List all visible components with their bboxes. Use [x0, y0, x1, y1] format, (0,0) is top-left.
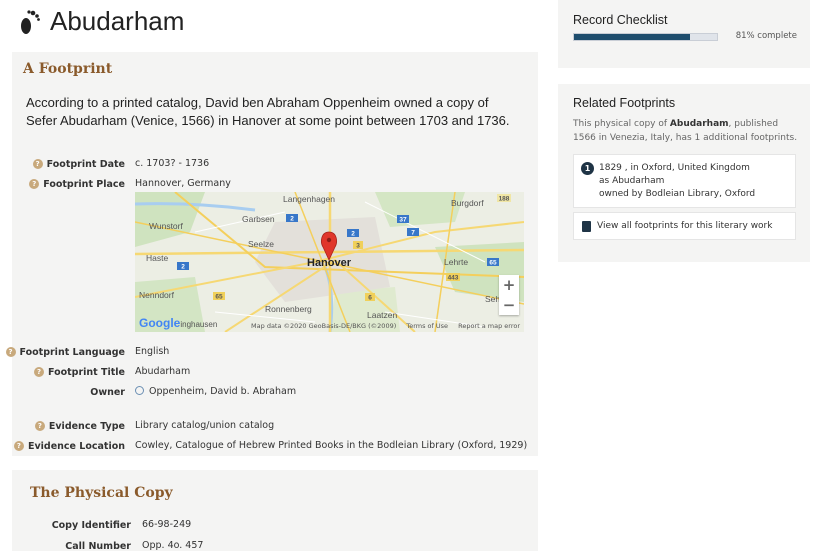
- road-shield: 188: [499, 196, 510, 203]
- footprint-card: A Footprint According to a printed catal…: [5, 52, 538, 456]
- help-icon[interactable]: ?: [13, 441, 24, 451]
- view-all-footprints-label: View all footprints for this literary wo…: [597, 221, 773, 231]
- zoom-in-button[interactable]: +: [499, 275, 519, 295]
- book-icon: [582, 221, 591, 232]
- person-icon: [135, 386, 144, 395]
- road-shield: 6: [368, 295, 372, 302]
- call-number-label: Call Number: [65, 540, 131, 551]
- related-footprint-title: as Abudarham: [599, 176, 665, 186]
- help-icon[interactable]: ?: [32, 159, 43, 169]
- map-label: Nenndorf: [139, 290, 175, 300]
- call-number-value: Opp. 4o. 457: [142, 540, 204, 551]
- road-shield: 37: [399, 217, 407, 224]
- checklist-progress-bar: [573, 33, 718, 41]
- related-description: This physical copy of Abudarham, publish…: [573, 119, 798, 143]
- road-shield: 2: [351, 231, 355, 238]
- footprint-place-value: Hannover, Germany: [135, 178, 231, 189]
- footprint-title-label: ? Footprint Title: [12, 366, 125, 378]
- map-label: Haste: [146, 253, 168, 263]
- footprint-date-label: ? Footprint Date: [12, 158, 125, 170]
- map-label: Wunstorf: [149, 221, 183, 231]
- owner-value[interactable]: Oppenheim, David b. Abraham: [135, 386, 296, 397]
- copy-identifier-label: Copy Identifier: [51, 519, 131, 531]
- map-label: Garbsen: [242, 214, 275, 224]
- evidence-location-value: Cowley, Catalogue of Hebrew Printed Book…: [135, 440, 528, 451]
- footprint-number-badge: 1: [581, 162, 594, 175]
- checklist-progress-fill: [574, 34, 690, 40]
- footprint-date-value: c. 1703? - 1736: [135, 158, 210, 169]
- map-report-link[interactable]: Report a map error: [458, 322, 520, 330]
- owner-label: Owner: [90, 386, 125, 398]
- footprint-language-value: English: [135, 346, 170, 357]
- evidence-type-value: Library catalog/union catalog: [135, 420, 275, 431]
- view-all-footprints-link[interactable]: View all footprints for this literary wo…: [573, 212, 796, 240]
- map-attribution: Map data ©2020 GeoBasis-DE/BKG (©2009) T…: [251, 322, 520, 330]
- related-footprints-heading: Related Footprints: [573, 96, 676, 110]
- help-icon[interactable]: ?: [33, 367, 44, 377]
- footprint-map[interactable]: Langenhagen Burgdorf Garbsen Wunstorf Se…: [135, 192, 524, 332]
- road-shield: 443: [448, 275, 459, 282]
- record-checklist-heading: Record Checklist: [573, 13, 668, 27]
- map-label: Laatzen: [367, 310, 398, 320]
- checklist-progress-text: 81% complete: [735, 31, 797, 41]
- footprint-icon: [21, 9, 40, 34]
- map-label: Ronnenberg: [265, 304, 312, 314]
- evidence-location-label: ? Evidence Location: [12, 440, 125, 452]
- road-shield: 3: [356, 243, 360, 250]
- page-header: Abudarham: [18, 6, 184, 37]
- road-shield: 2: [290, 216, 294, 223]
- physical-copy-heading: The Physical Copy: [30, 485, 173, 501]
- map-label: Lehrte: [444, 257, 468, 267]
- road-shield: 65: [215, 294, 223, 301]
- related-footprint-item[interactable]: 1 1829 , in Oxford, United Kingdom as Ab…: [573, 154, 796, 208]
- physical-copy-card: The Physical Copy Copy Identifier 66-98-…: [12, 470, 538, 551]
- footprint-place-label: ? Footprint Place: [12, 178, 125, 190]
- road-shield: 2: [181, 264, 185, 271]
- help-icon[interactable]: ?: [34, 421, 45, 431]
- road-shield: 65: [489, 260, 497, 267]
- related-footprint-date-place: 1829 , in Oxford, United Kingdom: [599, 163, 750, 173]
- map-canvas[interactable]: Langenhagen Burgdorf Garbsen Wunstorf Se…: [135, 192, 524, 332]
- related-footprints-panel: Related Footprints This physical copy of…: [558, 84, 810, 262]
- page-title: Abudarham: [50, 6, 185, 36]
- map-label: Langenhagen: [283, 194, 335, 204]
- help-icon[interactable]: ?: [29, 179, 40, 189]
- map-zoom-controls: + −: [499, 275, 519, 315]
- footprint-language-label: ? Footprint Language: [5, 346, 125, 358]
- google-logo: Googleinghausen: [139, 316, 218, 330]
- related-footprint-owner: owned by Bodleian Library, Oxford: [599, 189, 756, 199]
- zoom-out-button[interactable]: −: [499, 295, 519, 315]
- copy-identifier-value: 66-98-249: [142, 519, 192, 530]
- help-icon[interactable]: ?: [5, 347, 16, 357]
- footprint-heading: A Footprint: [23, 61, 113, 77]
- record-checklist-panel: Record Checklist 81% complete: [558, 0, 810, 68]
- map-terms-link[interactable]: Terms of Use: [406, 322, 448, 330]
- footprint-summary: According to a printed catalog, David be…: [26, 95, 510, 128]
- evidence-type-label: ? Evidence Type: [12, 420, 125, 432]
- road-shield: 7: [411, 230, 415, 237]
- map-label: Burgdorf: [451, 198, 484, 208]
- map-label: Seelze: [248, 239, 274, 249]
- footprint-title-value: Abudarham: [135, 366, 191, 377]
